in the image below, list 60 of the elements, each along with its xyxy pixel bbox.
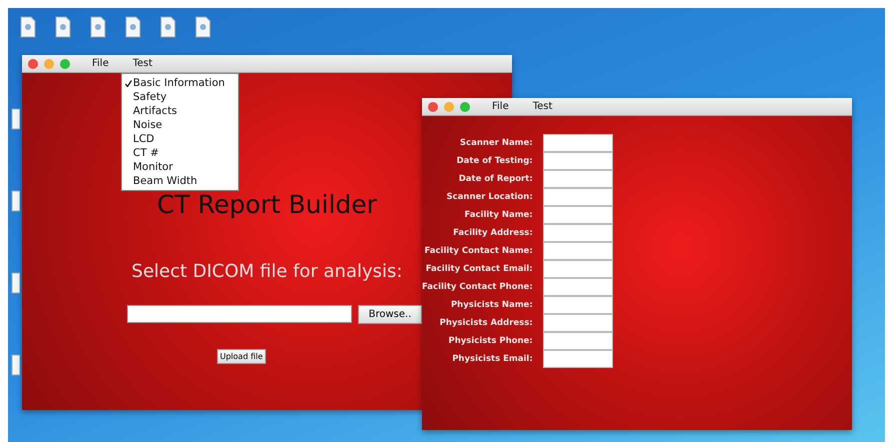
menu-item[interactable]: Test — [130, 58, 154, 69]
field-label: Physicists Address: — [438, 317, 533, 330]
field-label: Physicists Name: — [450, 299, 533, 312]
document-icon[interactable] — [90, 16, 106, 38]
field-label: Scanner Name: — [458, 137, 533, 150]
field-label: Date of Testing: — [456, 155, 533, 168]
field-label: Physicists Email: — [451, 353, 533, 366]
menu-option[interactable]: Noise — [125, 118, 235, 132]
minimize-button[interactable] — [44, 58, 54, 68]
menu-item[interactable]: File — [90, 58, 111, 69]
field-label: Facility Address: — [452, 227, 533, 240]
check-icon — [125, 80, 132, 86]
input-field[interactable] — [542, 278, 613, 296]
menu-option[interactable]: Monitor — [125, 160, 235, 174]
document-icon[interactable] — [160, 16, 176, 38]
field-label: Physicists Phone: — [447, 335, 533, 348]
menu-option[interactable]: Beam Width — [125, 174, 235, 188]
menu-item[interactable]: Test — [530, 101, 554, 112]
menu-option[interactable]: Safety — [125, 90, 235, 104]
input-field[interactable] — [542, 314, 613, 332]
maximize-button[interactable] — [60, 58, 70, 68]
input-field[interactable] — [542, 134, 613, 152]
document-icon[interactable] — [20, 16, 36, 38]
menu-option[interactable]: LCD — [125, 132, 235, 146]
menu-option[interactable]: CT # — [125, 146, 235, 160]
input-field[interactable] — [542, 242, 613, 260]
browse-button[interactable]: Browse.. — [358, 305, 422, 324]
file-icon[interactable] — [11, 108, 20, 130]
menu-option[interactable]: Artifacts — [125, 104, 235, 118]
prompt-text: Select DICOM file for analysis: — [132, 261, 402, 282]
document-icon[interactable] — [125, 16, 141, 38]
field-label: Facility Contact Email: — [424, 263, 533, 276]
file-icon[interactable] — [11, 354, 20, 376]
field-label: Facility Name: — [463, 209, 533, 222]
menu-item[interactable]: File — [490, 101, 511, 112]
field-label: Date of Report: — [458, 173, 533, 186]
maximize-button[interactable] — [460, 102, 470, 112]
file-path-field[interactable] — [127, 305, 352, 323]
menu-option[interactable]: Basic Information — [125, 76, 235, 90]
input-field[interactable] — [542, 170, 613, 188]
document-icon[interactable] — [195, 16, 211, 38]
document-icon[interactable] — [55, 16, 71, 38]
input-field[interactable] — [542, 224, 613, 242]
app-title: CT Report Builder — [157, 190, 377, 219]
field-label: Facility Contact Name: — [423, 245, 533, 258]
file-icon[interactable] — [11, 272, 20, 294]
minimize-button[interactable] — [444, 102, 454, 112]
upload-button[interactable]: Upload file — [217, 349, 266, 364]
field-label: Facility Contact Phone: — [422, 281, 533, 294]
field-label: Scanner Location: — [446, 191, 533, 204]
input-field[interactable] — [542, 188, 613, 206]
input-field[interactable] — [542, 296, 613, 314]
file-icon[interactable] — [11, 190, 20, 212]
input-field[interactable] — [542, 260, 613, 278]
input-field[interactable] — [542, 332, 613, 350]
input-field[interactable] — [542, 152, 613, 170]
close-button[interactable] — [28, 58, 38, 68]
close-button[interactable] — [428, 102, 438, 112]
input-field[interactable] — [542, 350, 613, 368]
input-field[interactable] — [542, 206, 613, 224]
